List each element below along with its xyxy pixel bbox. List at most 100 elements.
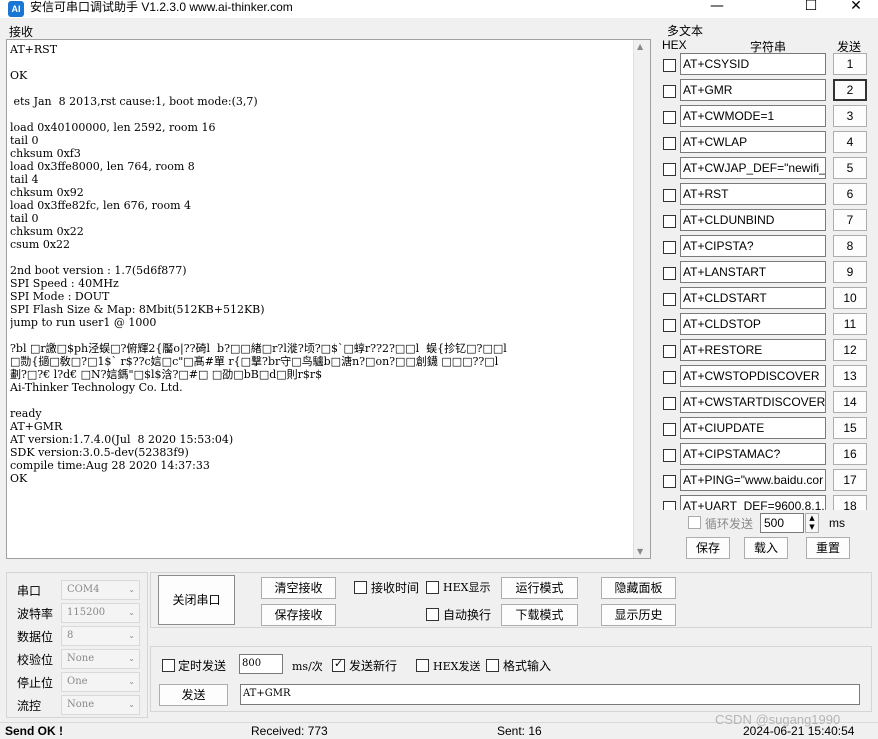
receive-log[interactable]: AT+RST OK ets Jan 8 2013,rst cause:1, boo… <box>10 43 636 553</box>
hex-checkbox[interactable] <box>663 111 676 124</box>
maximize-button[interactable]: ☐ <box>788 0 834 16</box>
hex-checkbox[interactable] <box>663 85 676 98</box>
baud-label: 波特率 <box>17 607 54 621</box>
multitext-send-button[interactable]: 2 <box>833 79 867 101</box>
spin-up-icon[interactable]: ▲ <box>806 514 818 523</box>
hex-checkbox[interactable] <box>663 345 676 358</box>
hex-checkbox[interactable] <box>663 59 676 72</box>
hex-checkbox[interactable] <box>663 267 676 280</box>
loop-interval-input[interactable]: 500 <box>760 513 804 533</box>
send-text-input[interactable]: AT+GMR <box>240 684 860 705</box>
hex-checkbox[interactable] <box>663 137 676 150</box>
download-mode-button[interactable]: 下载模式 <box>501 604 578 626</box>
receive-line <box>10 56 636 69</box>
hex-checkbox[interactable] <box>663 371 676 384</box>
minimize-button[interactable]: — <box>694 0 740 16</box>
receive-textarea[interactable]: AT+RST OK ets Jan 8 2013,rst cause:1, boo… <box>6 39 651 559</box>
hex-checkbox[interactable] <box>663 475 676 488</box>
flow-select[interactable]: None ⌄ <box>61 695 140 715</box>
auto-wrap-checkbox[interactable] <box>426 608 439 621</box>
receive-label: 接收 <box>9 25 34 39</box>
multitext-string-input[interactable]: AT+CIUPDATE <box>680 417 826 439</box>
multitext-send-button[interactable]: 4 <box>833 131 867 153</box>
hex-checkbox[interactable] <box>663 163 676 176</box>
multitext-string-input[interactable]: AT+LANSTART <box>680 261 826 283</box>
hex-send-checkbox[interactable] <box>416 659 429 672</box>
send-button[interactable]: 发送 <box>159 684 228 706</box>
scroll-down-icon[interactable]: ▼ <box>637 547 643 556</box>
hex-checkbox[interactable] <box>663 215 676 228</box>
multitext-string-input[interactable]: AT+CIPSTA? <box>680 235 826 257</box>
multitext-reset-button[interactable]: 重置 <box>806 537 850 559</box>
multitext-send-button[interactable]: 6 <box>833 183 867 205</box>
clear-receive-button[interactable]: 清空接收 <box>261 577 336 599</box>
multitext-string-input[interactable]: AT+GMR <box>680 79 826 101</box>
multitext-send-button[interactable]: 16 <box>833 443 867 465</box>
hex-checkbox[interactable] <box>663 423 676 436</box>
hex-display-checkbox[interactable] <box>426 581 439 594</box>
multitext-send-button[interactable]: 11 <box>833 313 867 335</box>
multitext-row: AT+CSYSID 1 <box>658 52 878 78</box>
format-input-checkbox[interactable] <box>486 659 499 672</box>
multitext-send-button[interactable]: 18 <box>833 495 867 510</box>
multitext-send-button[interactable]: 13 <box>833 365 867 387</box>
scroll-up-icon[interactable]: ▲ <box>637 42 643 51</box>
multitext-send-button[interactable]: 10 <box>833 287 867 309</box>
received-count: Received: 773 <box>251 724 328 738</box>
multitext-string-input[interactable]: AT+CLDSTOP <box>680 313 826 335</box>
multitext-send-button[interactable]: 9 <box>833 261 867 283</box>
multitext-string-input[interactable]: AT+CLDUNBIND <box>680 209 826 231</box>
receive-scrollbar[interactable]: ▲ ▼ <box>633 40 650 558</box>
multitext-string-input[interactable]: AT+CWSTARTDISCOVER= <box>680 391 826 413</box>
multitext-load-button[interactable]: 载入 <box>744 537 788 559</box>
run-mode-button[interactable]: 运行模式 <box>501 577 578 599</box>
multitext-send-button[interactable]: 5 <box>833 157 867 179</box>
databits-select[interactable]: 8 ⌄ <box>61 626 140 646</box>
loop-send-checkbox[interactable] <box>688 516 701 529</box>
parity-select[interactable]: None ⌄ <box>61 649 140 669</box>
multitext-string-input[interactable]: AT+RESTORE <box>680 339 826 361</box>
multitext-send-button[interactable]: 1 <box>833 53 867 75</box>
hex-checkbox[interactable] <box>663 319 676 332</box>
multitext-string-input[interactable]: AT+CWLAP <box>680 131 826 153</box>
hex-checkbox[interactable] <box>663 189 676 202</box>
hex-checkbox[interactable] <box>663 397 676 410</box>
recv-time-checkbox[interactable] <box>354 581 367 594</box>
multitext-string-input[interactable]: AT+RST <box>680 183 826 205</box>
hide-panel-button[interactable]: 隐藏面板 <box>601 577 676 599</box>
hex-checkbox[interactable] <box>663 449 676 462</box>
multitext-string-input[interactable]: AT+CWJAP_DEF="newifi_ <box>680 157 826 179</box>
timed-interval-input[interactable]: 800 <box>239 654 283 674</box>
hex-checkbox[interactable] <box>663 501 676 510</box>
send-newline-checkbox[interactable] <box>332 657 345 672</box>
multitext-send-button[interactable]: 15 <box>833 417 867 439</box>
multitext-send-button[interactable]: 8 <box>833 235 867 257</box>
multitext-string-input[interactable]: AT+CWSTOPDISCOVER <box>680 365 826 387</box>
close-button[interactable]: ✕ <box>833 0 878 16</box>
show-history-button[interactable]: 显示历史 <box>601 604 676 626</box>
loop-interval-spinner[interactable]: ▲ ▼ <box>805 513 819 533</box>
multitext-string-input[interactable]: AT+CLDSTART <box>680 287 826 309</box>
multitext-send-button[interactable]: 14 <box>833 391 867 413</box>
close-port-button[interactable]: 关闭串口 <box>158 575 235 625</box>
multitext-scrollbar[interactable] <box>868 40 878 520</box>
multitext-save-button[interactable]: 保存 <box>686 537 730 559</box>
stopbits-select[interactable]: One ⌄ <box>61 672 140 692</box>
multitext-string-input[interactable]: AT+CIPSTAMAC? <box>680 443 826 465</box>
multitext-send-button[interactable]: 17 <box>833 469 867 491</box>
hex-checkbox[interactable] <box>663 241 676 254</box>
multitext-string-input[interactable]: AT+UART_DEF=9600,8,1, <box>680 495 826 510</box>
multitext-string-input[interactable]: AT+CWMODE=1 <box>680 105 826 127</box>
save-receive-button[interactable]: 保存接收 <box>261 604 336 626</box>
port-select[interactable]: COM4 ⌄ <box>61 580 140 600</box>
parity-label: 校验位 <box>17 653 54 667</box>
multitext-send-button[interactable]: 7 <box>833 209 867 231</box>
multitext-string-input[interactable]: AT+CSYSID <box>680 53 826 75</box>
multitext-send-button[interactable]: 12 <box>833 339 867 361</box>
hex-checkbox[interactable] <box>663 293 676 306</box>
baud-select[interactable]: 115200 ⌄ <box>61 603 140 623</box>
spin-down-icon[interactable]: ▼ <box>806 523 818 532</box>
timed-send-checkbox[interactable] <box>162 659 175 672</box>
multitext-send-button[interactable]: 3 <box>833 105 867 127</box>
multitext-string-input[interactable]: AT+PING="www.baidu.cor <box>680 469 826 491</box>
